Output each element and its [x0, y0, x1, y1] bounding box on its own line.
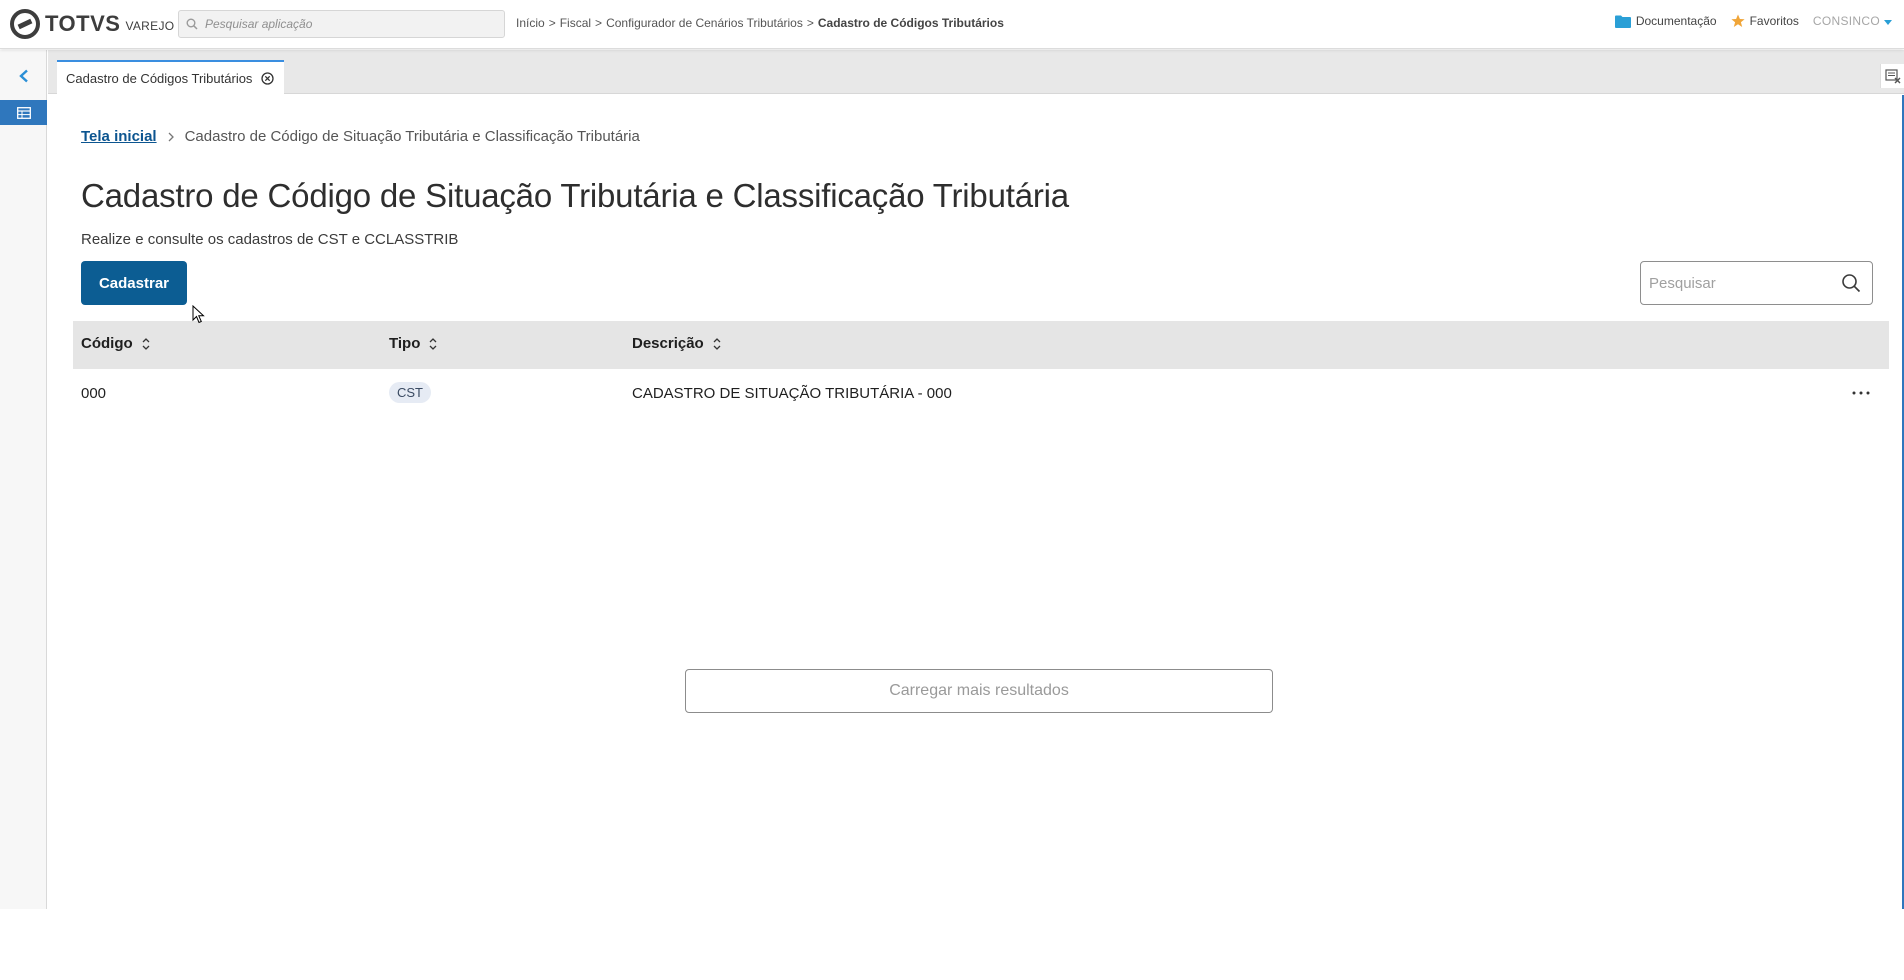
favorites-link[interactable]: Favoritos [1730, 14, 1799, 28]
logo-subtext: VAREJO [125, 18, 175, 33]
documentation-label: Documentação [1635, 14, 1717, 28]
cell-descricao: CADASTRO DE SITUAÇÃO TRIBUTÁRIA - 000 [632, 385, 952, 402]
breadcrumb: Tela inicial Cadastro de Código de Situa… [81, 128, 640, 145]
column-label: Código [81, 335, 133, 352]
logo-text: TOTVS [45, 11, 121, 36]
clear-cache-button[interactable] [1880, 64, 1904, 88]
top-breadcrumb-item[interactable]: Fiscal [560, 16, 591, 30]
top-breadcrumb-current: Cadastro de Códigos Tributários [817, 16, 1004, 30]
sort-icon [429, 337, 437, 350]
search-icon[interactable] [1839, 271, 1863, 295]
chevron-left-icon [18, 69, 28, 83]
chevron-right-icon [168, 132, 174, 141]
rail-item-active[interactable] [0, 100, 47, 125]
table-icon [16, 106, 31, 119]
load-more-button[interactable]: Carregar mais resultados [685, 669, 1273, 713]
breadcrumb-current: Cadastro de Código de Situação Tributári… [184, 128, 640, 145]
column-header-descricao[interactable]: Descrição [632, 335, 722, 352]
totvs-logo[interactable]: TOTVS VAREJO [10, 9, 174, 39]
tab-cadastro-codigos[interactable]: Cadastro de Códigos Tributários [57, 60, 285, 94]
search-icon [179, 11, 205, 37]
search-field[interactable] [1640, 261, 1873, 305]
main-content: Tela inicial Cadastro de Código de Situa… [57, 95, 1889, 909]
more-actions-icon[interactable] [1849, 381, 1873, 405]
user-name: CONSINCO [1812, 14, 1880, 28]
column-header-tipo[interactable]: Tipo [389, 335, 438, 352]
column-label: Descrição [632, 335, 704, 352]
column-header-codigo[interactable]: Código [81, 335, 151, 352]
mouse-cursor-icon [192, 305, 205, 324]
cell-tipo: CST [389, 382, 431, 403]
app-search-input[interactable] [205, 17, 485, 31]
top-right-menu: Documentação Favoritos CONSINCO [1614, 14, 1892, 28]
column-label: Tipo [389, 335, 421, 352]
close-circle-icon[interactable] [260, 71, 274, 85]
codes-table: Código Tipo Descrição 000 CST CADASTRO D… [73, 321, 1889, 417]
top-breadcrumb-separator: > [548, 16, 556, 30]
tab-bar: Cadastro de Códigos Tributários [48, 50, 1904, 94]
documentation-link[interactable]: Documentação [1614, 14, 1717, 28]
left-rail [0, 50, 47, 909]
sort-icon [713, 337, 721, 350]
clear-cache-icon [1884, 69, 1900, 84]
table-header: Código Tipo Descrição [73, 321, 1889, 369]
tab-label: Cadastro de Códigos Tributários [66, 70, 253, 86]
cell-codigo: 000 [81, 385, 107, 402]
star-icon [1730, 14, 1745, 27]
caret-down-icon [1884, 19, 1892, 25]
top-breadcrumb-item[interactable]: Configurador de Cenários Tributários [606, 16, 803, 30]
user-menu[interactable]: CONSINCO [1813, 14, 1892, 28]
search-input[interactable] [1649, 274, 1839, 292]
page-subtitle: Realize e consulte os cadastros de CST e… [81, 231, 459, 248]
top-breadcrumb-item[interactable]: Início [516, 16, 545, 30]
table-row[interactable]: 000 CST CADASTRO DE SITUAÇÃO TRIBUTÁRIA … [73, 369, 1889, 417]
app-search[interactable] [178, 10, 505, 38]
sort-icon [142, 337, 150, 350]
breadcrumb-home-link[interactable]: Tela inicial [81, 128, 157, 145]
top-breadcrumb: Início > Fiscal > Configurador de Cenári… [516, 16, 1004, 30]
top-bar: TOTVS VAREJO Início > Fiscal > Configura… [0, 0, 1904, 49]
top-breadcrumb-separator: > [806, 16, 814, 30]
cadastrar-button[interactable]: Cadastrar [81, 261, 187, 305]
page-title: Cadastro de Código de Situação Tributári… [81, 177, 1069, 214]
folder-icon [1614, 15, 1631, 28]
collapse-menu-button[interactable] [0, 64, 47, 88]
top-breadcrumb-separator: > [595, 16, 603, 30]
tipo-badge: CST [389, 382, 431, 403]
favorites-label: Favoritos [1749, 14, 1799, 28]
totvs-logo-icon [10, 9, 40, 39]
